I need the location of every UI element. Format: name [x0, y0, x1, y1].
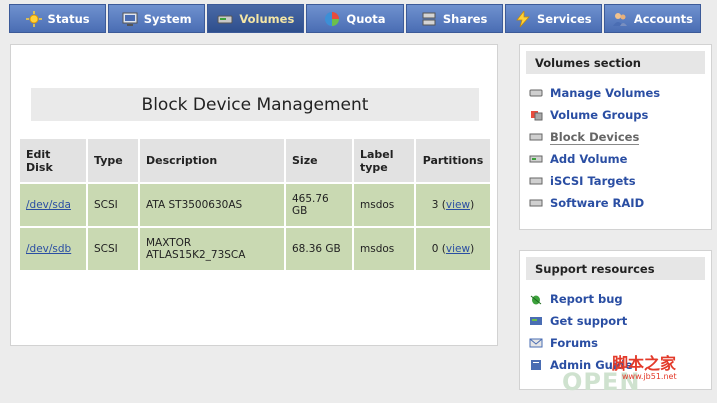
users-icon: [612, 11, 628, 27]
tab-accounts[interactable]: Accounts: [603, 4, 701, 33]
monitor-icon: [122, 11, 138, 27]
cell-type: SCSI: [88, 228, 138, 270]
tab-system[interactable]: System: [108, 4, 206, 33]
sidebar-item-block-devices[interactable]: Block Devices: [526, 126, 705, 148]
server-icon: [421, 11, 437, 27]
support-icon: [529, 315, 543, 327]
tab-volumes[interactable]: Volumes: [207, 4, 305, 33]
view-partitions-link[interactable]: view: [446, 199, 470, 211]
pie-icon: [324, 11, 340, 27]
view-partitions-link[interactable]: view: [446, 243, 470, 255]
watermark: 脚本之家 OPEN www.jb51.net: [560, 350, 710, 400]
cell-type: SCSI: [88, 184, 138, 226]
book-icon: [529, 359, 543, 371]
volumes-section-title: Volumes section: [526, 51, 705, 74]
col-type: Type: [88, 139, 138, 182]
cell-partitions: 0 (view): [416, 228, 490, 270]
col-label-type: Label type: [354, 139, 414, 182]
partitions-close: ): [470, 199, 475, 211]
col-edit-disk: Edit Disk: [20, 139, 86, 182]
top-nav: Status System Volumes Quota Shares Servi…: [9, 4, 701, 33]
col-description: Description: [140, 139, 284, 182]
sidebar-item-iscsi-targets[interactable]: iSCSI Targets: [526, 170, 705, 192]
cell-size: 68.36 GB: [286, 228, 352, 270]
partitions-count: 3 (: [431, 199, 446, 211]
col-size: Size: [286, 139, 352, 182]
partitions-count: 0 (: [431, 243, 446, 255]
block-device-table: Edit Disk Type Description Size Label ty…: [18, 137, 492, 272]
cell-size: 465.76 GB: [286, 184, 352, 226]
sidebar-item-software-raid[interactable]: Software RAID: [526, 192, 705, 214]
disk-icon: [217, 11, 233, 27]
tab-services[interactable]: Services: [504, 4, 602, 33]
tab-label: Services: [536, 11, 592, 26]
sidebar-item-add-volume[interactable]: Add Volume: [526, 148, 705, 170]
drive-icon: [529, 197, 543, 209]
table-header-row: Edit Disk Type Description Size Label ty…: [20, 139, 490, 182]
tab-label: Quota: [346, 11, 386, 26]
support-item-get-support[interactable]: Get support: [526, 310, 705, 332]
sidebar-item-manage-volumes[interactable]: Manage Volumes: [526, 82, 705, 104]
support-resources-title: Support resources: [526, 257, 705, 280]
disk-icon: [529, 87, 543, 99]
sun-icon: [25, 10, 42, 27]
cell-description: ATA ST3500630AS: [140, 184, 284, 226]
watermark-url: www.jb51.net: [622, 372, 677, 381]
tab-quota[interactable]: Quota: [306, 4, 404, 33]
drive-add-icon: [529, 153, 543, 165]
tab-label: Shares: [442, 11, 488, 26]
cell-label-type: msdos: [354, 184, 414, 226]
table-row: /dev/sda SCSI ATA ST3500630AS 465.76 GB …: [20, 184, 490, 226]
drive-icon: [529, 175, 543, 187]
support-item-report-bug[interactable]: Report bug: [526, 288, 705, 310]
tab-shares[interactable]: Shares: [405, 4, 503, 33]
cell-description: MAXTOR ATLAS15K2_73SCA: [140, 228, 284, 270]
tab-label: Volumes: [239, 11, 295, 26]
volumes-section-box: Volumes section Manage Volumes Volume Gr…: [519, 44, 712, 230]
main-panel: Block Device Management Edit Disk Type D…: [10, 44, 498, 346]
col-partitions: Partitions: [416, 139, 490, 182]
tab-label: Accounts: [633, 11, 693, 26]
mail-icon: [529, 337, 543, 349]
lightning-icon: [515, 9, 531, 27]
bug-icon: [529, 293, 543, 305]
tab-label: System: [143, 11, 192, 26]
disk-link[interactable]: /dev/sdb: [26, 243, 71, 255]
drive-icon: [529, 131, 543, 143]
tab-label: Status: [47, 11, 90, 26]
cell-label-type: msdos: [354, 228, 414, 270]
tab-status[interactable]: Status: [9, 4, 107, 33]
disk-link[interactable]: /dev/sda: [26, 199, 71, 211]
cell-partitions: 3 (view): [416, 184, 490, 226]
partitions-close: ): [470, 243, 475, 255]
page-title: Block Device Management: [31, 88, 479, 121]
cube-icon: [529, 109, 543, 121]
table-row: /dev/sdb SCSI MAXTOR ATLAS15K2_73SCA 68.…: [20, 228, 490, 270]
sidebar-item-volume-groups[interactable]: Volume Groups: [526, 104, 705, 126]
